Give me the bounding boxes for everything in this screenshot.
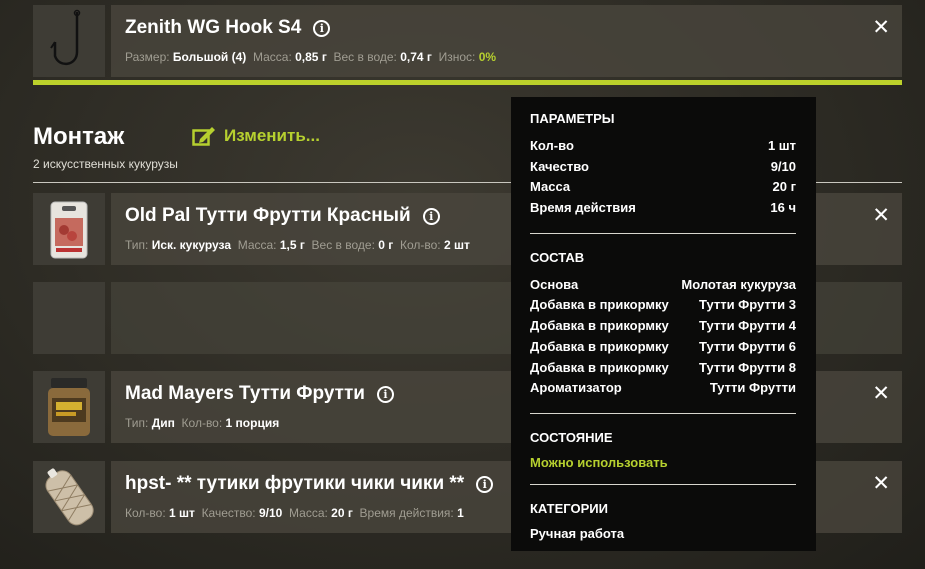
meta-label: Размер: [125, 50, 170, 64]
meta-label: Масса: [252, 50, 292, 64]
tooltip-state-title: СОСТОЯНИЕ [530, 429, 613, 445]
meta-label: Кол-во: [181, 416, 223, 430]
item-thumbnail [33, 371, 105, 443]
meta-label: Качество: [201, 506, 256, 520]
tooltip-params-title: ПАРАМЕТРЫ [530, 111, 615, 126]
close-icon[interactable]: ✕ [872, 471, 890, 495]
meta-value: 1 порция [225, 416, 280, 430]
hook-info: Zenith WG Hook S4 i Размер: Большой (4) … [111, 5, 902, 77]
meta-label: Износ: [438, 50, 476, 64]
meta-value: 1 [457, 506, 464, 520]
info-icon[interactable]: i [313, 19, 331, 37]
meta-value: 0,85 г [295, 50, 327, 64]
tooltip-param-row: Масса 20 г [530, 177, 796, 198]
composition-value: Тутти Фрутти 3 [699, 297, 796, 313]
tooltip-state-value: Можно использовать [530, 454, 668, 470]
item-thumbnail [33, 193, 105, 265]
rig-title: Монтаж [33, 123, 125, 150]
hook-image [50, 9, 81, 65]
tooltip-categories-value: Ручная работа [530, 525, 625, 541]
tooltip-composition-row: Основа Молотая кукуруза [530, 275, 796, 296]
meta-label: Кол-во: [125, 506, 166, 520]
meta-value: 2 шт [443, 238, 470, 252]
tooltip-param-row: Время действия 16 ч [530, 198, 796, 219]
tooltip-composition-title: СОСТАВ [530, 249, 585, 265]
meta-label: Время действия: [359, 506, 454, 520]
param-value: 9/10 [770, 158, 796, 174]
item-title: Old Pal Тутти Фрутти Красный [125, 205, 411, 226]
item-thumbnail [33, 461, 105, 533]
hook-title: Zenith WG Hook S4 [125, 17, 302, 38]
edit-button[interactable]: Изменить... [192, 126, 320, 146]
empty-slot-thumbnail [33, 282, 105, 354]
param-label: Время действия [530, 200, 636, 216]
meta-label: Тип: [125, 416, 149, 430]
wear-value: 0% [478, 50, 497, 64]
edit-icon [192, 127, 215, 146]
meta-value: 0 г [378, 238, 394, 252]
composition-label: Добавка в прикормку [530, 297, 669, 313]
tooltip-composition-row: Ароматизатор Тутти Фрутти [530, 378, 796, 399]
meta-value: Большой (4) [172, 50, 247, 64]
composition-label: Основа [530, 276, 579, 292]
meta-label: Кол-во: [399, 238, 441, 252]
tooltip-categories-title: КАТЕГОРИИ [530, 500, 608, 516]
hook-row[interactable]: Zenith WG Hook S4 i Размер: Большой (4) … [33, 5, 902, 77]
composition-value: Тутти Фрутти 6 [699, 338, 796, 354]
param-label: Масса [530, 179, 571, 195]
corn-package-image [50, 201, 88, 259]
tooltip-divider [530, 412, 796, 414]
param-label: Кол-во [530, 138, 574, 153]
meta-label: Вес в воде: [333, 50, 397, 64]
param-label: Качество [530, 158, 589, 174]
meta-value: 1,5 г [279, 238, 305, 252]
composition-label: Ароматизатор [530, 380, 622, 396]
tooltip-composition-row: Добавка в прикормку Тутти Фрутти 8 [530, 358, 796, 379]
hook-title-row: Zenith WG Hook S4 i [125, 17, 902, 39]
rig-subtitle: 2 искусственных кукурузы [33, 157, 178, 171]
item-title: Mad Mayers Тутти Фрутти [125, 383, 365, 404]
tooltip-param-row: Качество 9/10 [530, 157, 796, 178]
hook-meta: Размер: Большой (4) Масса: 0,85 г Вес в … [125, 50, 902, 64]
info-icon[interactable]: i [422, 207, 440, 225]
composition-label: Добавка в прикормку [530, 338, 669, 354]
pva-mesh-image [45, 468, 94, 526]
composition-label: Добавка в прикормку [530, 359, 669, 375]
tooltip-composition-row: Добавка в прикормку Тутти Фрутти 4 [530, 316, 796, 337]
dip-jar-image [48, 378, 90, 436]
close-icon[interactable]: ✕ [872, 15, 890, 39]
meta-value: Дип [151, 416, 175, 430]
meta-value: 20 г [331, 506, 353, 520]
edit-label: Изменить... [224, 126, 320, 145]
hook-thumbnail [33, 5, 105, 77]
tooltip-divider [530, 232, 796, 234]
composition-label: Добавка в прикормку [530, 318, 669, 334]
tooltip-divider [530, 483, 796, 485]
info-icon[interactable]: i [476, 475, 494, 493]
hook-wear-bar [33, 80, 902, 85]
item-title: hpst- ** тутики фрутики чики чики ** [125, 473, 465, 494]
meta-value: 1 шт [169, 506, 195, 520]
info-icon[interactable]: i [376, 385, 394, 403]
tooltip-param-row: Кол-во 1 шт [530, 136, 796, 157]
close-icon[interactable]: ✕ [872, 381, 890, 405]
tooltip-composition-row: Добавка в прикормку Тутти Фрутти 3 [530, 295, 796, 316]
composition-value: Тутти Фрутти [709, 380, 796, 396]
meta-label: Тип: [125, 238, 149, 252]
meta-value: 9/10 [258, 506, 283, 520]
param-value: 1 шт [767, 138, 796, 153]
meta-label: Вес в воде: [311, 238, 375, 252]
meta-label: Масса: [289, 506, 328, 520]
item-tooltip: ПАРАМЕТРЫ Кол-во 1 шт Качество 9/10 Масс… [511, 97, 816, 551]
meta-label: Масса: [237, 238, 277, 252]
meta-value: 0,74 г [400, 50, 432, 64]
meta-value: Иск. кукуруза [151, 238, 232, 252]
param-value: 20 г [772, 179, 797, 195]
composition-value: Молотая кукуруза [681, 276, 796, 292]
close-icon[interactable]: ✕ [872, 203, 890, 227]
param-value: 16 ч [770, 200, 796, 216]
tooltip-composition-row: Добавка в прикормку Тутти Фрутти 6 [530, 337, 796, 358]
composition-value: Тутти Фрутти 8 [699, 359, 796, 375]
composition-value: Тутти Фрутти 4 [699, 318, 796, 334]
